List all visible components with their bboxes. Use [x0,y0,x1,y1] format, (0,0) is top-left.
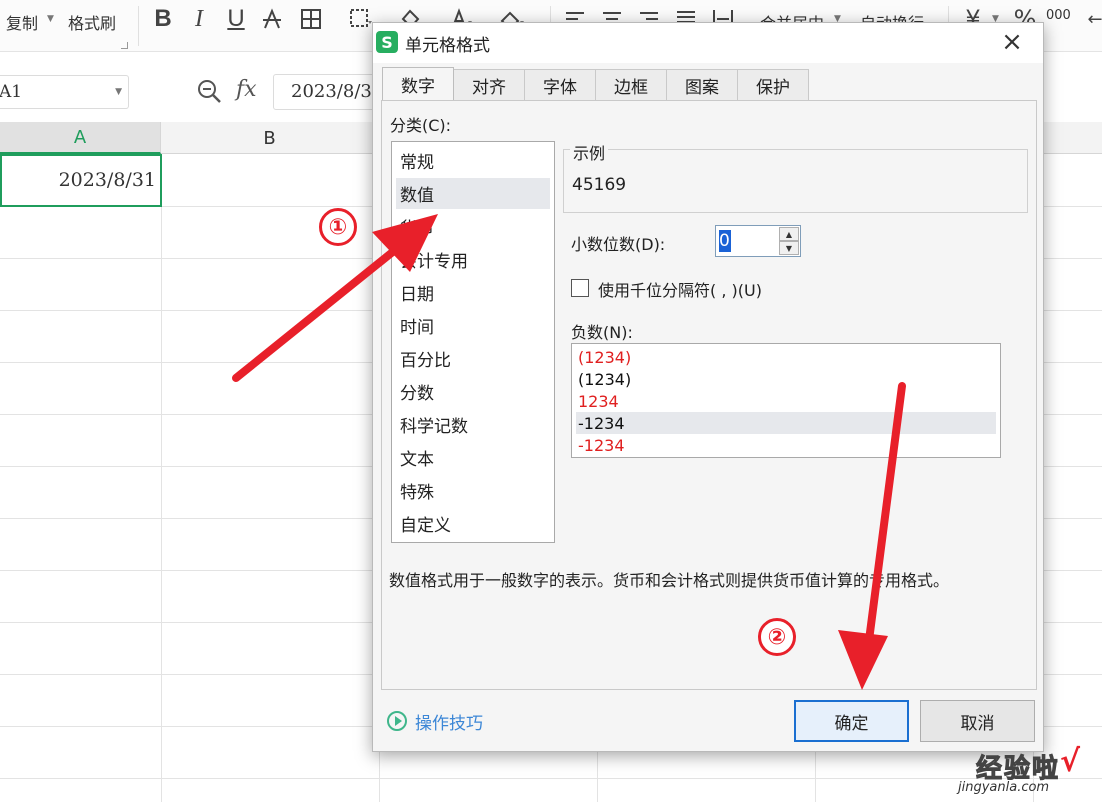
thousands-separator-icon[interactable]: 000 [1046,8,1071,23]
step-marker-2: ② [758,618,796,656]
category-list[interactable]: 常规 数值 货币 会计专用 日期 时间 百分比 分数 科学记数 文本 特殊 自定… [391,141,555,543]
strikethrough-icon[interactable] [257,4,287,34]
negative-option[interactable]: 1234 [576,390,996,412]
dialog-titlebar[interactable]: S 单元格格式 × [373,23,1043,63]
insert-function-icon[interactable]: fx [236,77,257,102]
category-general[interactable]: 常规 [396,145,550,176]
tab-font[interactable]: 字体 [524,69,596,100]
toolbar-divider [138,6,139,46]
format-description: 数值格式用于一般数字的表示。货币和会计格式则提供货币值计算的专用格式。 [389,571,950,590]
decimal-places-input[interactable] [718,229,778,253]
tips-link[interactable]: 操作技巧 [387,709,547,734]
category-custom[interactable]: 自定义 [396,508,550,539]
category-special[interactable]: 特殊 [396,475,550,506]
close-icon[interactable]: × [997,27,1027,57]
dialog-launcher-icon[interactable] [121,42,128,49]
negative-option[interactable]: (1234) [576,368,996,390]
watermark-check-icon: √ [1060,744,1081,779]
ok-button[interactable]: 确定 [794,700,909,742]
zoom-search-icon[interactable] [196,78,222,104]
category-text[interactable]: 文本 [396,442,550,473]
tab-alignment[interactable]: 对齐 [453,69,525,100]
thousands-separator-option[interactable]: 使用千位分隔符( , )(U) [571,277,871,301]
negative-numbers-label: 负数(N): [571,323,633,342]
decimal-places-label: 小数位数(D): [571,235,666,254]
sample-label: 示例 [570,140,609,164]
category-percentage[interactable]: 百分比 [396,343,550,374]
border-icon[interactable] [296,4,326,34]
wps-logo-icon: S [376,31,398,53]
number-tab-panel: 分类(C): 常规 数值 货币 会计专用 日期 时间 百分比 分数 科学记数 文… [381,100,1037,690]
watermark: 经验啦 √ jingyanla.com [948,744,1098,798]
column-header-b[interactable]: B [161,122,379,154]
format-cells-dialog: S 单元格格式 × 数字 对齐 字体 边框 图案 保护 分类(C): 常规 数值… [372,22,1044,752]
name-box[interactable]: A1 ▼ [0,75,129,109]
decrease-decimal-icon[interactable]: ← [1080,4,1102,34]
negative-option[interactable]: -1234 [576,434,996,456]
spin-up-icon[interactable]: ▲ [779,227,799,241]
category-accounting[interactable]: 会计专用 [396,244,550,275]
formula-input[interactable]: 2023/8/31 [273,74,383,110]
cell-a1-value: 2023/8/31 [58,169,156,191]
play-circle-icon[interactable] [387,711,407,731]
tab-number[interactable]: 数字 [382,67,454,100]
category-label: 分类(C): [390,116,452,135]
copy-button[interactable]: 复制 [6,10,38,34]
sample-group: 示例 45169 [563,140,1028,213]
dialog-title: 单元格格式 [405,36,490,56]
tab-strip: 数字 对齐 字体 边框 图案 保护 [382,67,1032,100]
gridline [161,154,162,802]
negative-option-selected[interactable]: -1234 [576,412,996,434]
negative-numbers-list[interactable]: (1234) (1234) 1234 -1234 -1234 [571,343,1001,458]
cancel-button[interactable]: 取消 [920,700,1035,742]
tab-border[interactable]: 边框 [595,69,667,100]
tab-pattern[interactable]: 图案 [666,69,738,100]
thousands-separator-label[interactable]: 使用千位分隔符( , )(U) [598,277,762,301]
name-box-dropdown-icon[interactable]: ▼ [115,87,122,97]
category-date[interactable]: 日期 [396,277,550,308]
decimal-places-stepper[interactable]: ▲ ▼ [715,225,801,257]
step-marker-1: ① [319,208,357,246]
category-number[interactable]: 数值 [396,178,550,209]
copy-dropdown-icon[interactable]: ▼ [47,14,54,24]
category-currency[interactable]: 货币 [396,211,550,242]
tab-protection[interactable]: 保护 [737,69,809,100]
category-fraction[interactable]: 分数 [396,376,550,407]
category-scientific[interactable]: 科学记数 [396,409,550,440]
spin-down-icon[interactable]: ▼ [779,241,799,255]
sample-value: 45169 [572,175,627,195]
watermark-url: jingyanla.com [958,780,1050,795]
category-time[interactable]: 时间 [396,310,550,341]
name-box-value: A1 [0,82,23,102]
column-header-a[interactable]: A [0,122,161,154]
formula-value: 2023/8/31 [291,81,383,102]
negative-option[interactable]: (1234) [576,346,996,368]
cell-a1-selected[interactable]: 2023/8/31 [0,154,162,207]
thousands-separator-checkbox[interactable] [571,279,589,297]
gridline [0,778,1102,779]
italic-icon[interactable]: I [184,4,214,34]
tips-label[interactable]: 操作技巧 [415,709,483,734]
format-painter-button[interactable]: 格式刷 [68,10,116,34]
underline-icon[interactable]: U [221,4,251,34]
bold-icon[interactable]: B [148,4,178,34]
